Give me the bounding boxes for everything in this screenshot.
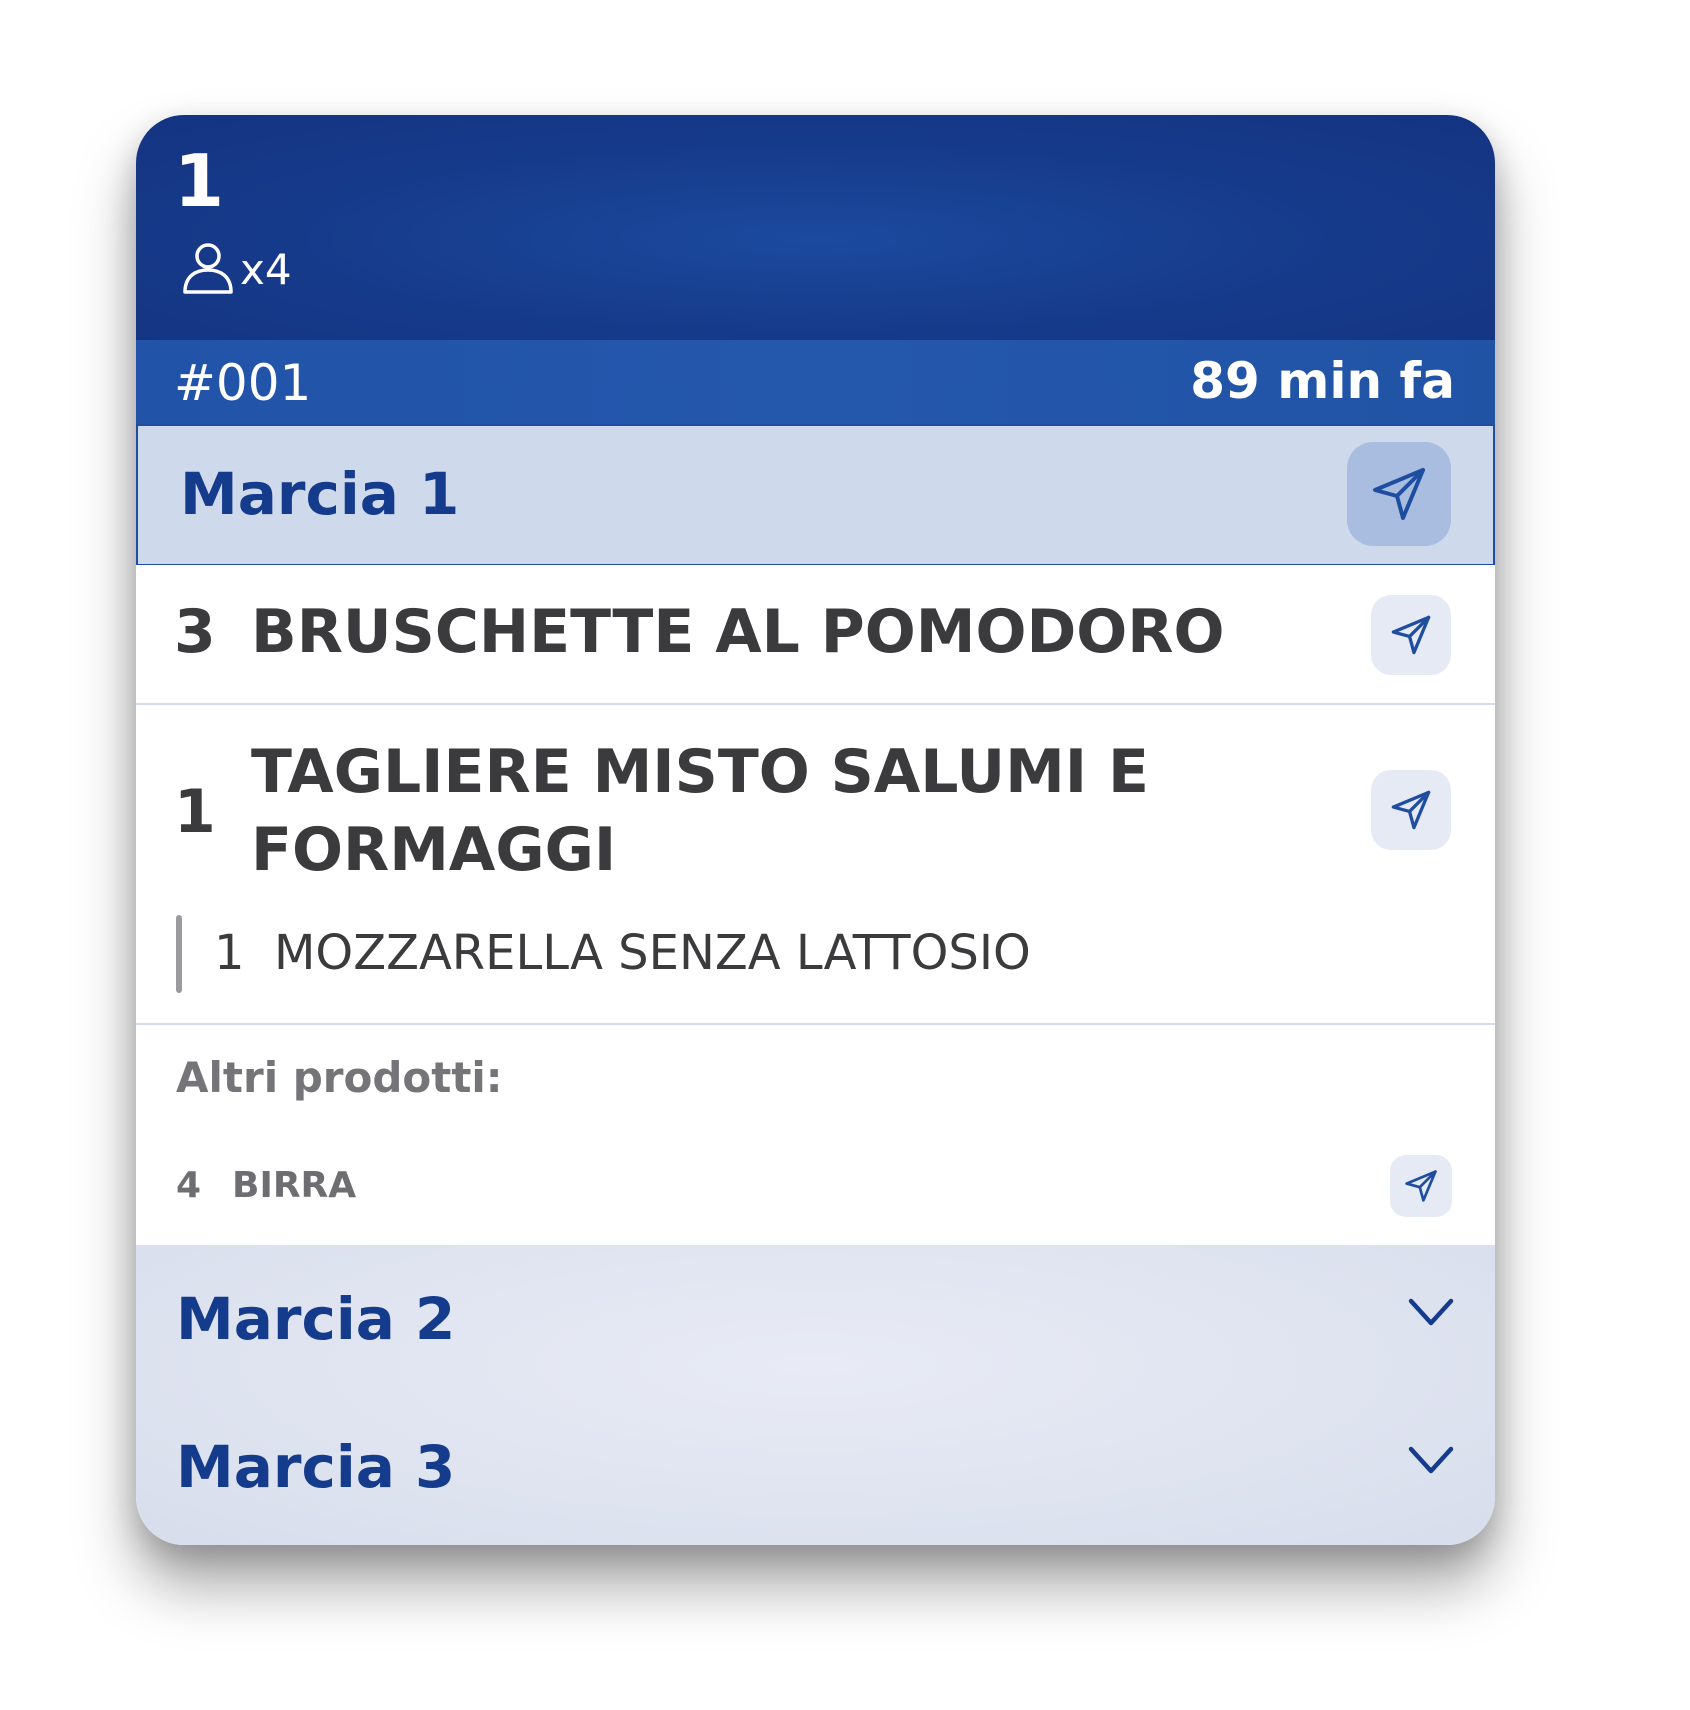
course-title: Marcia 2 — [176, 1285, 456, 1353]
other-product-quantity: 4 — [176, 1165, 202, 1206]
send-item-button[interactable] — [1371, 595, 1451, 675]
other-products-label: Altri prodotti: — [176, 1053, 503, 1102]
send-other-product-button[interactable] — [1390, 1155, 1452, 1217]
other-product-item[interactable]: 4 BIRRA — [136, 1145, 1495, 1225]
order-ticket-card: 1 x4 #001 89 min fa Marcia 1 3 BRUSCHETT… — [136, 115, 1495, 1545]
order-item[interactable]: 3 BRUSCHETTE AL POMODORO — [136, 565, 1495, 705]
item-name-line-1: TAGLIERE MISTO SALUMI E — [251, 737, 1150, 807]
table-number: 1 — [174, 139, 225, 223]
collapsed-courses: Marcia 2 Marcia 3 — [136, 1245, 1495, 1545]
modifier-name: MOZZARELLA SENZA LATTOSIO — [274, 925, 1031, 981]
paper-plane-icon — [1405, 1170, 1437, 1202]
send-course-button[interactable] — [1347, 442, 1451, 546]
chevron-down-icon[interactable] — [1406, 1295, 1456, 1333]
order-number: #001 — [174, 354, 312, 412]
course-header-1[interactable]: Marcia 1 — [136, 424, 1495, 567]
send-item-button[interactable] — [1371, 770, 1451, 850]
course-header-2[interactable]: Marcia 2 — [136, 1245, 1495, 1395]
other-product-name: BIRRA — [232, 1165, 357, 1206]
course-title: Marcia 3 — [176, 1433, 456, 1501]
guest-count: x4 — [180, 240, 292, 298]
ticket-header: 1 x4 — [136, 115, 1495, 340]
item-name: BRUSCHETTE AL POMODORO — [251, 597, 1225, 667]
person-icon — [183, 243, 233, 294]
modifier-indent-bar — [176, 915, 182, 993]
paper-plane-icon — [1373, 468, 1425, 520]
order-item[interactable]: 1 TAGLIERE MISTO SALUMI E FORMAGGI 1 MOZ… — [136, 705, 1495, 1025]
chevron-down-icon[interactable] — [1406, 1443, 1456, 1481]
modifier-quantity: 1 — [214, 925, 245, 981]
guest-count-label: x4 — [240, 244, 292, 294]
other-products-section: Altri prodotti: 4 BIRRA — [136, 1025, 1495, 1245]
elapsed-time: 89 min fa — [1190, 352, 1455, 410]
paper-plane-icon — [1391, 790, 1431, 830]
item-quantity: 1 — [174, 777, 216, 847]
ticket-subheader: #001 89 min fa — [136, 340, 1495, 424]
item-name-line-2: FORMAGGI — [251, 815, 617, 885]
course-header-3[interactable]: Marcia 3 — [136, 1395, 1495, 1545]
course-title: Marcia 1 — [180, 460, 460, 528]
paper-plane-icon — [1391, 615, 1431, 655]
item-quantity: 3 — [174, 597, 216, 667]
